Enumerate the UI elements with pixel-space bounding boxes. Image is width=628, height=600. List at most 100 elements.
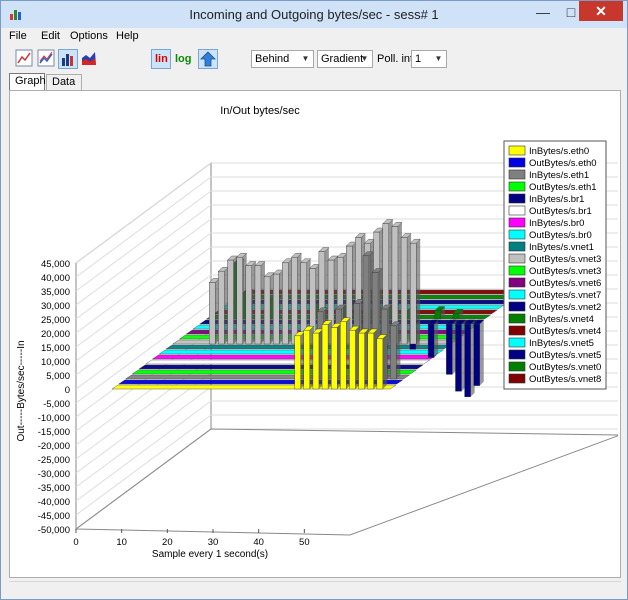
y-tick-label: -15,000 — [38, 427, 70, 438]
line-chart-3d-button[interactable] — [37, 49, 57, 69]
log-scale-button[interactable]: log — [175, 53, 192, 65]
chart-position-value: Behind — [255, 53, 290, 65]
legend-label: InBytes/s.vnet5 — [529, 338, 594, 349]
area-chart-icon — [82, 52, 96, 65]
y-tick-label: 15,000 — [41, 343, 70, 354]
legend-swatch — [508, 181, 526, 192]
bar-chart-button[interactable] — [58, 49, 78, 69]
legend-label: OutBytes/s.eth0 — [529, 158, 597, 169]
bar — [452, 313, 460, 320]
legend-label: InBytes/s.br1 — [529, 194, 584, 205]
bar — [464, 323, 471, 398]
y-tick-label: -40,000 — [38, 497, 70, 508]
chevron-down-icon: ▼ — [360, 54, 369, 63]
legend-swatch — [508, 205, 526, 216]
legend-swatch — [508, 169, 526, 180]
menu-help[interactable]: Help — [116, 30, 139, 42]
line-chart-button[interactable] — [15, 49, 35, 69]
bar — [340, 321, 347, 390]
minimize-button[interactable]: — — [529, 1, 557, 23]
legend-swatch — [508, 373, 526, 384]
legend-label: OutBytes/s.vnet0 — [529, 362, 601, 373]
legend-swatch — [508, 145, 526, 156]
bar — [376, 338, 384, 390]
lin-label: lin — [155, 53, 168, 65]
bar-chart-3d: In/Out bytes/sec 45,000 40,000 35,000 30,000… — [16, 105, 618, 560]
legend-label: InBytes/s.vnet4 — [529, 314, 594, 325]
poll-interval-select[interactable]: 1 ▼ — [411, 50, 447, 68]
legend-label: OutBytes/s.vnet5 — [529, 350, 601, 361]
bar — [331, 327, 338, 390]
chevron-down-icon: ▼ — [434, 54, 443, 63]
area-chart-button[interactable] — [80, 49, 100, 69]
y-tick-label: 30,000 — [41, 301, 70, 312]
legend-swatch — [508, 253, 526, 264]
bar — [312, 332, 320, 390]
bar-side — [396, 321, 401, 379]
y-tick-label: 0 — [65, 385, 70, 396]
legend-swatch — [508, 349, 526, 360]
menu-options[interactable]: Options — [70, 30, 108, 42]
legend-swatch — [508, 313, 526, 324]
chevron-down-icon: ▼ — [301, 54, 310, 63]
y-tick-label: -35,000 — [38, 483, 70, 494]
legend-label: OutBytes/s.vnet3 — [529, 254, 601, 265]
legend-label: InBytes/s.eth0 — [529, 146, 589, 157]
y-tick-label: -10,000 — [38, 413, 70, 424]
status-bar — [9, 581, 621, 596]
bar — [349, 329, 356, 390]
y-tick-label: 35,000 — [41, 287, 70, 298]
legend-swatch — [508, 337, 526, 348]
legend-label: OutBytes/s.vnet3 — [529, 266, 601, 277]
legend-label: OutBytes/s.vnet2 — [529, 302, 601, 313]
x-axis-label: Sample every 1 second(s) — [152, 549, 268, 560]
arrow-up-icon — [200, 51, 216, 67]
bar — [358, 332, 365, 390]
bar — [446, 323, 453, 375]
y-tick-label: -30,000 — [38, 469, 70, 480]
y-tick-label: 20,000 — [41, 329, 70, 340]
bar — [263, 276, 271, 345]
chart-position-select[interactable]: Behind ▼ — [251, 50, 314, 68]
menu-file[interactable]: File — [9, 30, 27, 42]
bar — [282, 262, 289, 345]
x-tick-label: 50 — [299, 537, 310, 548]
menu-bar: File Edit Options Help — [1, 28, 627, 46]
tab-graph[interactable]: Graph — [9, 73, 46, 90]
legend-label: OutBytes/s.vnet6 — [529, 278, 601, 289]
y-tick-label: -50,000 — [38, 525, 70, 536]
y-axis-label: Out-----Bytes/sec-----In — [16, 340, 27, 441]
legend-label: OutBytes/s.vnet7 — [529, 290, 601, 301]
tab-data[interactable]: Data — [46, 74, 82, 90]
close-button[interactable]: ✕ — [579, 1, 623, 21]
bar — [236, 256, 243, 345]
poll-interval-value: 1 — [415, 53, 422, 65]
x-tick-label: 10 — [116, 537, 127, 548]
linear-scale-button[interactable]: lin — [151, 49, 171, 69]
title-bar: Incoming and Outgoing bytes/sec - sess# … — [1, 1, 627, 28]
bar — [294, 335, 301, 390]
legend-swatch — [508, 265, 526, 276]
bar — [367, 332, 374, 390]
bar — [218, 270, 225, 345]
menu-edit[interactable]: Edit — [41, 30, 60, 42]
toolbar: lin log Behind ▼ Gradient ▼ Poll. int. 1… — [1, 46, 627, 72]
move-up-button[interactable] — [198, 49, 218, 69]
legend-label: OutBytes/s.br1 — [529, 206, 592, 217]
bar — [473, 323, 480, 386]
y-tick-label: -45,000 — [38, 511, 70, 522]
fill-style-select[interactable]: Gradient ▼ — [317, 50, 373, 68]
y-tick-label: 45,000 — [41, 259, 70, 270]
x-tick-label: 30 — [208, 537, 219, 548]
legend-swatch — [508, 157, 526, 168]
bar-side — [479, 320, 484, 386]
bar — [273, 273, 280, 345]
bar — [303, 329, 310, 390]
legend-swatch — [508, 361, 526, 372]
bar-side — [434, 320, 439, 358]
legend-swatch — [508, 277, 526, 288]
bar — [410, 242, 417, 345]
legend-label: OutBytes/s.vnet4 — [529, 326, 601, 337]
bar — [427, 323, 435, 358]
y-tick-label: 40,000 — [41, 273, 70, 284]
